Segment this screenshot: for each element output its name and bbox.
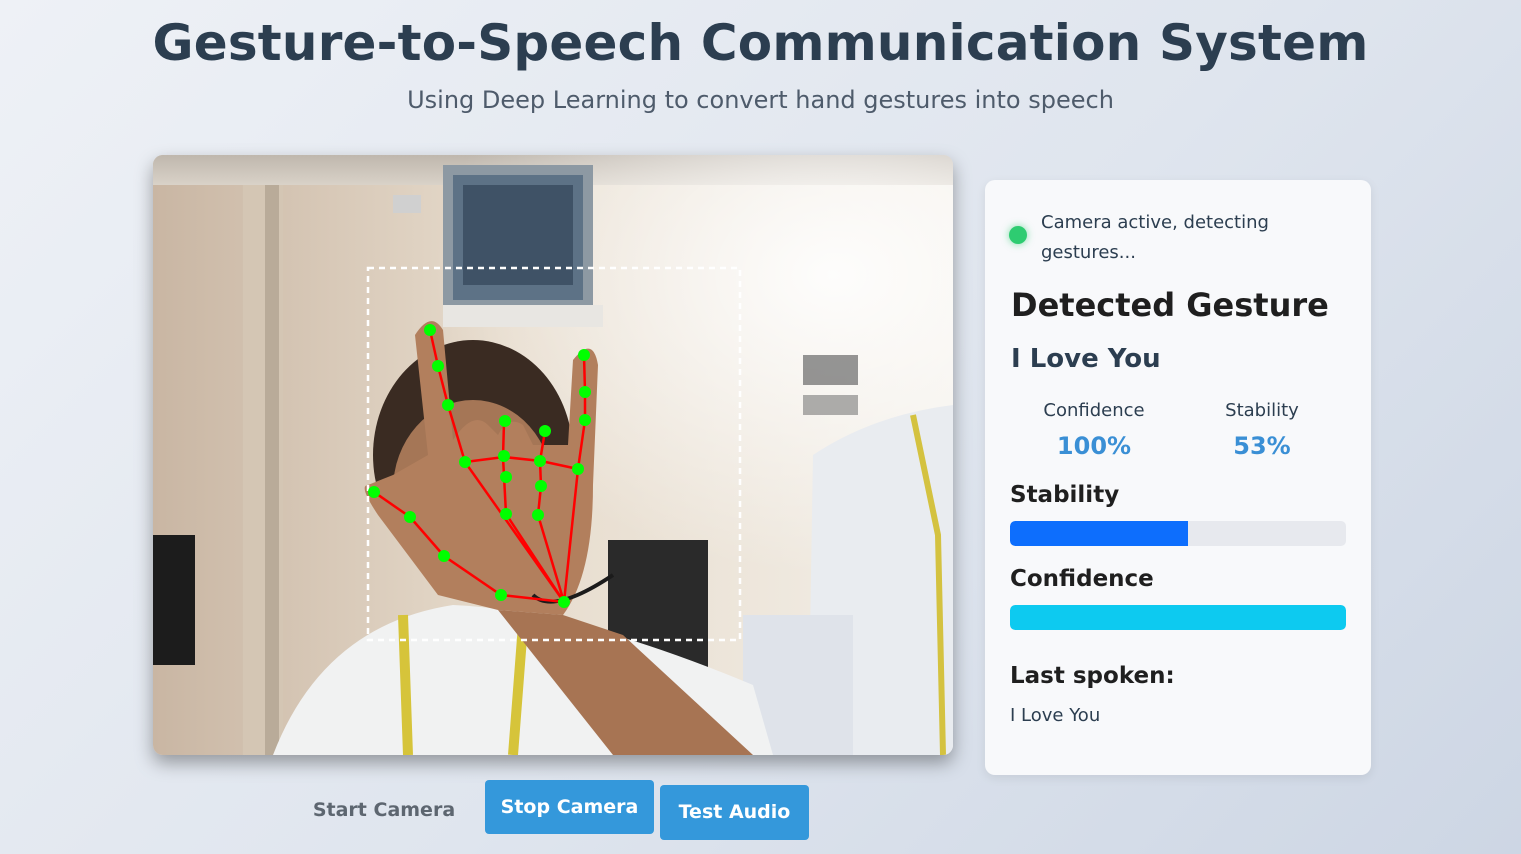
status-dot-icon [1009,226,1027,244]
gesture-name: I Love You [1011,344,1161,374]
confidence-value: 100% [1056,432,1132,460]
stability-bar-label: Stability [1010,482,1120,508]
stability-value: 53% [1233,432,1291,460]
stability-metric: Stability 53% [1177,398,1347,460]
camera-feed-image [153,155,953,755]
last-spoken-value: I Love You [1010,705,1101,726]
detected-gesture-heading: Detected Gesture [1011,286,1329,324]
camera-feed [153,155,953,755]
stability-bar [1010,521,1346,546]
confidence-metric: Confidence 100% [1009,398,1179,460]
confidence-label: Confidence [1043,400,1145,421]
stability-bar-fill [1010,521,1189,546]
confidence-bar-label: Confidence [1010,566,1154,592]
detection-panel: Camera active, detecting gestures... Det… [985,180,1371,775]
start-camera-button[interactable]: Start Camera [306,788,462,832]
confidence-bar-fill [1010,605,1346,630]
stability-label: Stability [1225,400,1299,421]
confidence-bar [1010,605,1346,630]
page-title: Gesture-to-Speech Communication System [152,14,1369,72]
last-spoken-label: Last spoken: [1010,663,1175,689]
page-subtitle: Using Deep Learning to convert hand gest… [407,86,1114,114]
test-audio-button[interactable]: Test Audio [660,785,809,840]
stop-camera-button[interactable]: Stop Camera [485,780,654,834]
status-text: Camera active, detecting gestures... [1041,212,1269,263]
